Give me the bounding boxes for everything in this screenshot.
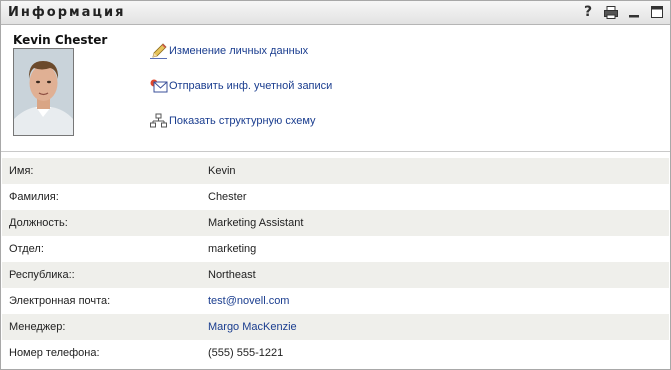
field-label: Должность: bbox=[2, 210, 208, 236]
field-label: Менеджер: bbox=[2, 314, 208, 340]
field-label: Республика:: bbox=[2, 262, 208, 288]
phone-value: (555) 555-1221 bbox=[208, 347, 284, 359]
send-account-info-link[interactable]: Отправить инф. учетной записи bbox=[150, 78, 332, 94]
title-bar-controls: ? bbox=[581, 4, 664, 20]
show-org-chart-label: Показать структурную схему bbox=[169, 115, 316, 127]
table-row: Республика:: Northeast bbox=[2, 262, 669, 288]
org-chart-icon bbox=[150, 113, 167, 128]
details-table: Имя: Kevin Фамилия: Chester Должность: M… bbox=[2, 158, 669, 366]
last-name-value: Chester bbox=[208, 191, 247, 203]
table-row: Имя: Kevin bbox=[2, 158, 669, 184]
pencil-icon bbox=[150, 43, 167, 59]
profile-name: Kevin Chester bbox=[13, 33, 108, 47]
minimize-icon[interactable] bbox=[627, 4, 641, 20]
first-name-value: Kevin bbox=[208, 158, 669, 184]
print-icon[interactable] bbox=[604, 4, 618, 20]
edit-profile-link[interactable]: Изменение личных данных bbox=[150, 43, 332, 59]
info-portlet: Информация ? Kevin Chester Изменение лич… bbox=[0, 0, 671, 370]
field-label: Отдел: bbox=[9, 243, 44, 255]
job-title-value: Marketing Assistant bbox=[208, 210, 669, 236]
table-row: Отдел: marketing bbox=[2, 236, 669, 262]
email-link[interactable]: test@novell.com bbox=[208, 295, 289, 307]
show-org-chart-link[interactable]: Показать структурную схему bbox=[150, 113, 332, 129]
table-row: Электронная почта: test@novell.com bbox=[2, 288, 669, 314]
help-icon[interactable]: ? bbox=[581, 4, 595, 20]
profile-header: Kevin Chester Изменение личных данных От… bbox=[1, 25, 670, 152]
manager-link[interactable]: Margo MacKenzie bbox=[208, 321, 297, 333]
table-row: Должность: Marketing Assistant bbox=[2, 210, 669, 236]
field-label: Электронная почта: bbox=[9, 295, 111, 307]
field-label: Номер телефона: bbox=[9, 347, 100, 359]
field-label: Фамилия: bbox=[9, 191, 59, 203]
send-account-info-label: Отправить инф. учетной записи bbox=[169, 80, 333, 92]
title-bar: Информация ? bbox=[1, 1, 670, 25]
maximize-icon[interactable] bbox=[650, 4, 664, 20]
action-list: Изменение личных данных Отправить инф. у… bbox=[150, 43, 332, 148]
field-label: Имя: bbox=[2, 158, 208, 184]
table-row: Номер телефона: (555) 555-1221 bbox=[2, 340, 669, 366]
department-value: marketing bbox=[208, 243, 257, 255]
send-mail-icon bbox=[150, 79, 168, 93]
table-row: Менеджер: Margo MacKenzie bbox=[2, 314, 669, 340]
profile-photo bbox=[13, 48, 74, 136]
region-value: Northeast bbox=[208, 262, 669, 288]
portlet-title: Информация bbox=[8, 5, 126, 20]
edit-profile-label: Изменение личных данных bbox=[169, 45, 309, 57]
table-row: Фамилия: Chester bbox=[2, 184, 669, 210]
